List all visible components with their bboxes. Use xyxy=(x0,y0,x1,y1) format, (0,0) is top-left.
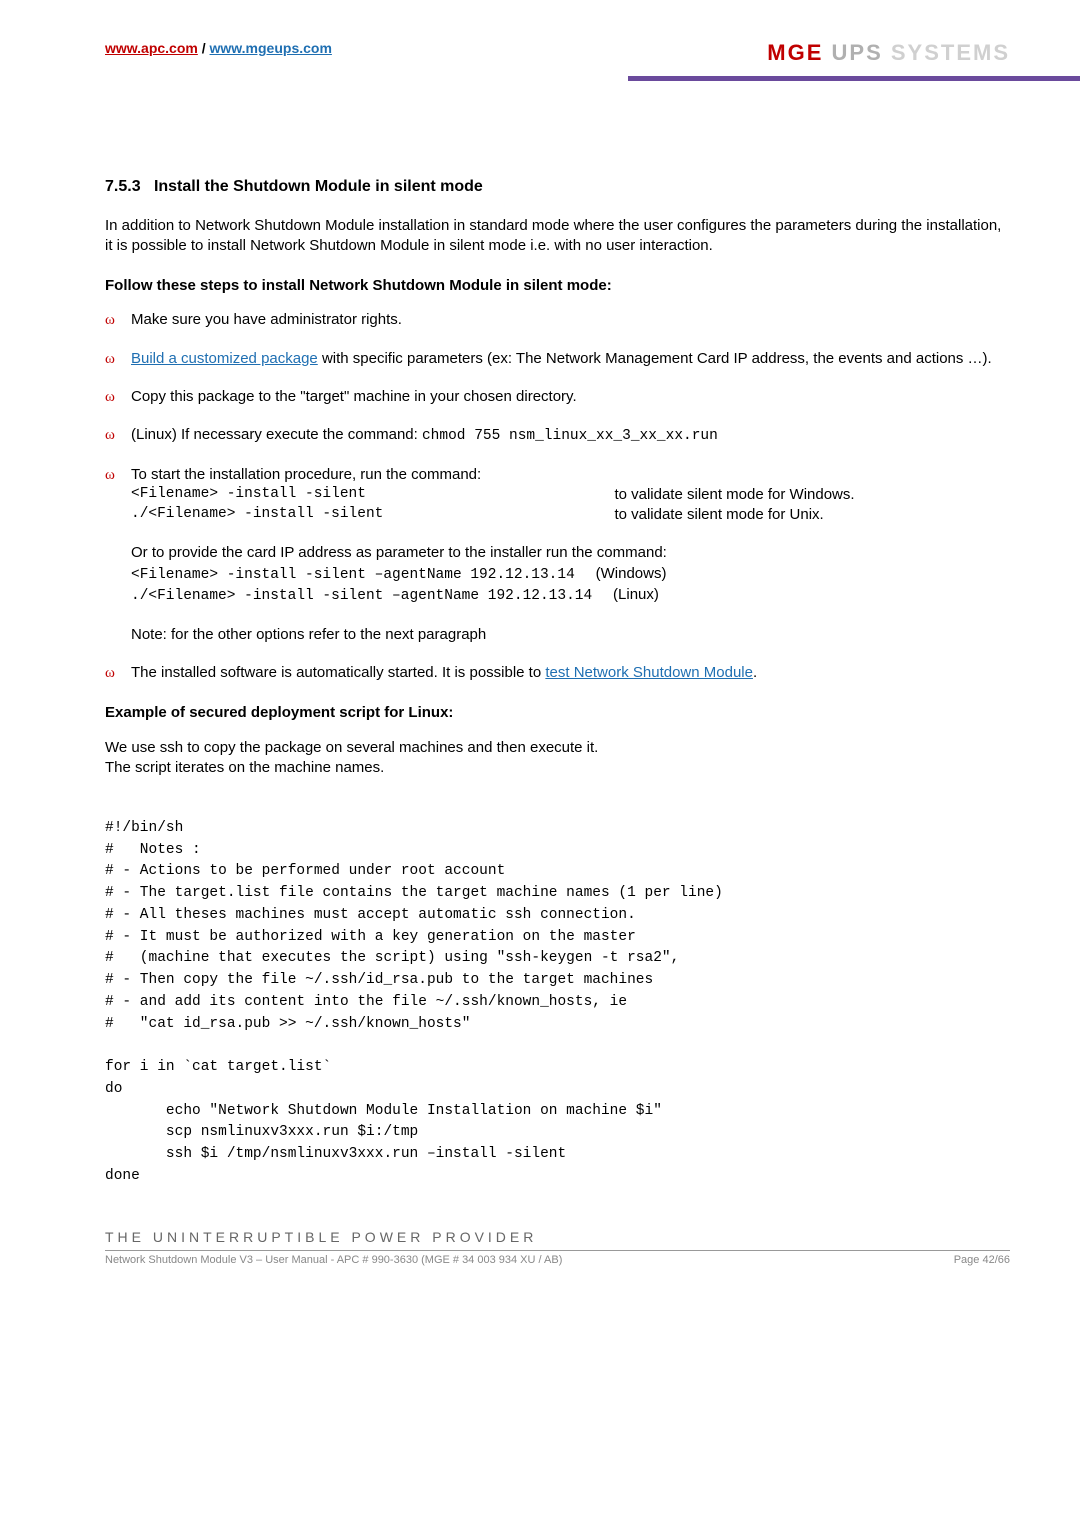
bullet-marker-icon: ω xyxy=(105,310,131,330)
code-line: done xyxy=(105,1168,140,1184)
code-line: # (machine that executes the script) usi… xyxy=(105,950,679,966)
code-line: # "cat id_rsa.pub >> ~/.ssh/known_hosts" xyxy=(105,1016,470,1032)
section-heading: 7.5.3 Install the Shutdown Module in sil… xyxy=(105,176,1010,198)
bullet-marker-icon: ω xyxy=(105,387,131,407)
header-accent-bar xyxy=(628,76,1080,81)
bullet-item: ω (Linux) If necessary execute the comma… xyxy=(105,425,1010,447)
test-nsm-link[interactable]: test Network Shutdown Module xyxy=(545,664,753,681)
code-line: #!/bin/sh xyxy=(105,820,183,836)
bullet-text: The installed software is automatically … xyxy=(131,663,1010,683)
mge-logo: MGE UPS SYSTEMS xyxy=(767,40,1010,66)
code-line: # - The target.list file contains the ta… xyxy=(105,885,723,901)
agent-cmd-linux: ./<Filename> -install -silent –agentName… xyxy=(131,588,592,604)
bullet-pretext: (Linux) If necessary execute the command… xyxy=(131,426,422,443)
intro-paragraph: In addition to Network Shutdown Module i… xyxy=(105,216,1010,257)
example-intro-1: We use ssh to copy the package on severa… xyxy=(105,738,1010,758)
bullet-text: To start the installation procedure, run… xyxy=(131,465,1010,645)
bullet-text: Copy this package to the "target" machin… xyxy=(131,387,1010,407)
code-line: do xyxy=(105,1081,122,1097)
footer-divider xyxy=(105,1250,1010,1251)
logo-ups-text: UPS xyxy=(823,40,882,65)
bullet-item: ω Build a customized package with specif… xyxy=(105,349,1010,369)
header-links: www.apc.com / www.mgeups.com xyxy=(105,40,332,56)
shell-script-block: #!/bin/sh # Notes : # - Actions to be pe… xyxy=(105,796,1010,1188)
bullet-text-rest: with specific parameters (ex: The Networ… xyxy=(318,350,992,367)
install-desc-unix: to validate silent mode for Unix. xyxy=(614,505,1010,525)
code-line: # - Then copy the file ~/.ssh/id_rsa.pub… xyxy=(105,972,653,988)
install-desc-windows: to validate silent mode for Windows. xyxy=(614,485,1010,505)
code-line: # - All theses machines must accept auto… xyxy=(105,907,636,923)
agent-desc-linux: (Linux) xyxy=(613,586,659,603)
code-line: echo "Network Shutdown Module Installati… xyxy=(105,1103,662,1119)
bullet-item: ω The installed software is automaticall… xyxy=(105,663,1010,683)
options-note: Note: for the other options refer to the… xyxy=(131,625,1010,645)
link-separator: / xyxy=(198,40,210,56)
bullet-item: ω Make sure you have administrator right… xyxy=(105,310,1010,330)
footer-doc-info: Network Shutdown Module V3 – User Manual… xyxy=(105,1253,562,1268)
bullet-marker-icon: ω xyxy=(105,349,131,369)
logo-mge-text: MGE xyxy=(767,40,823,65)
bullet-text: Build a customized package with specific… xyxy=(131,349,1010,369)
code-line: # Notes : xyxy=(105,842,201,858)
code-line: # - It must be authorized with a key gen… xyxy=(105,929,636,945)
footer-tagline: THE UNINTERRUPTIBLE POWER PROVIDER xyxy=(105,1228,1010,1247)
start-install-intro: To start the installation procedure, run… xyxy=(131,465,1010,485)
agent-cmd-windows: <Filename> -install -silent –agentName 1… xyxy=(131,567,575,583)
follow-steps-heading: Follow these steps to install Network Sh… xyxy=(105,276,1010,296)
bullet-post-text: . xyxy=(753,664,757,681)
example-intro-2: The script iterates on the machine names… xyxy=(105,758,1010,778)
chmod-command: chmod 755 nsm_linux_xx_3_xx_xx.run xyxy=(422,428,718,444)
bullet-marker-icon: ω xyxy=(105,465,131,645)
bullet-text: (Linux) If necessary execute the command… xyxy=(131,425,1010,447)
example-heading: Example of secured deployment script for… xyxy=(105,703,1010,723)
agent-desc-windows: (Windows) xyxy=(596,565,667,582)
code-line: # - and add its content into the file ~/… xyxy=(105,994,627,1010)
bullet-text: Make sure you have administrator rights. xyxy=(131,310,1010,330)
link-apc[interactable]: www.apc.com xyxy=(105,40,198,56)
code-line: scp nsmlinuxv3xxx.run $i:/tmp xyxy=(105,1124,418,1140)
code-line: for i in `cat target.list` xyxy=(105,1059,331,1075)
bullet-marker-icon: ω xyxy=(105,663,131,683)
install-cmd-windows: <Filename> -install -silent xyxy=(131,485,614,505)
bullet-pretext: The installed software is automatically … xyxy=(131,664,545,681)
footer-page-number: Page 42/66 xyxy=(954,1253,1010,1268)
bullet-item: ω Copy this package to the "target" mach… xyxy=(105,387,1010,407)
bullet-item: ω To start the installation procedure, r… xyxy=(105,465,1010,645)
logo-systems-text: SYSTEMS xyxy=(883,40,1010,65)
bullet-marker-icon: ω xyxy=(105,425,131,447)
link-mge[interactable]: www.mgeups.com xyxy=(210,40,332,56)
or-provide-text: Or to provide the card IP address as par… xyxy=(131,543,1010,563)
code-line: ssh $i /tmp/nsmlinuxv3xxx.run –install -… xyxy=(105,1146,566,1162)
build-package-link[interactable]: Build a customized package xyxy=(131,350,318,367)
install-cmd-unix: ./<Filename> -install -silent xyxy=(131,505,614,525)
section-number: 7.5.3 xyxy=(105,178,141,195)
section-title-text: Install the Shutdown Module in silent mo… xyxy=(154,178,483,195)
code-line: # - Actions to be performed under root a… xyxy=(105,863,505,879)
